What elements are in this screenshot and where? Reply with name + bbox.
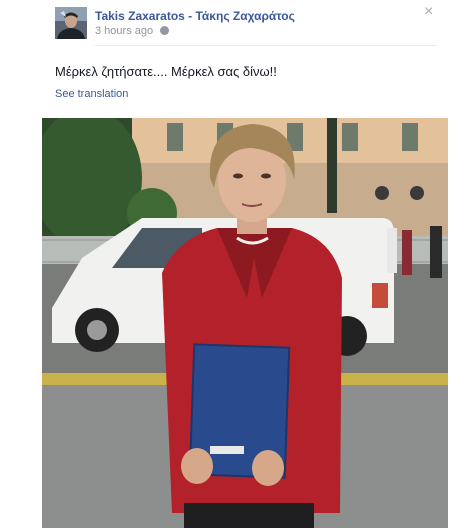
facebook-post: Takis Zaxaratos - Τάκης Ζαχαράτος 3 hour… <box>0 0 470 531</box>
author-avatar[interactable] <box>55 7 87 39</box>
globe-icon[interactable] <box>160 26 170 35</box>
photo-image <box>42 118 448 528</box>
post-timestamp[interactable]: 3 hours ago <box>95 25 153 37</box>
avatar-image <box>55 7 87 39</box>
post-photo[interactable] <box>42 118 448 528</box>
header-divider <box>95 45 437 46</box>
see-translation-link[interactable]: See translation <box>55 88 128 100</box>
close-icon[interactable]: × <box>424 4 433 20</box>
author-name-link[interactable]: Takis Zaxaratos - Τάκης Ζαχαράτος <box>95 9 295 23</box>
post-message: Μέρκελ ζητήσατε.... Μέρκελ σας δίνω!! <box>55 64 277 79</box>
post-meta: 3 hours ago <box>95 25 170 37</box>
